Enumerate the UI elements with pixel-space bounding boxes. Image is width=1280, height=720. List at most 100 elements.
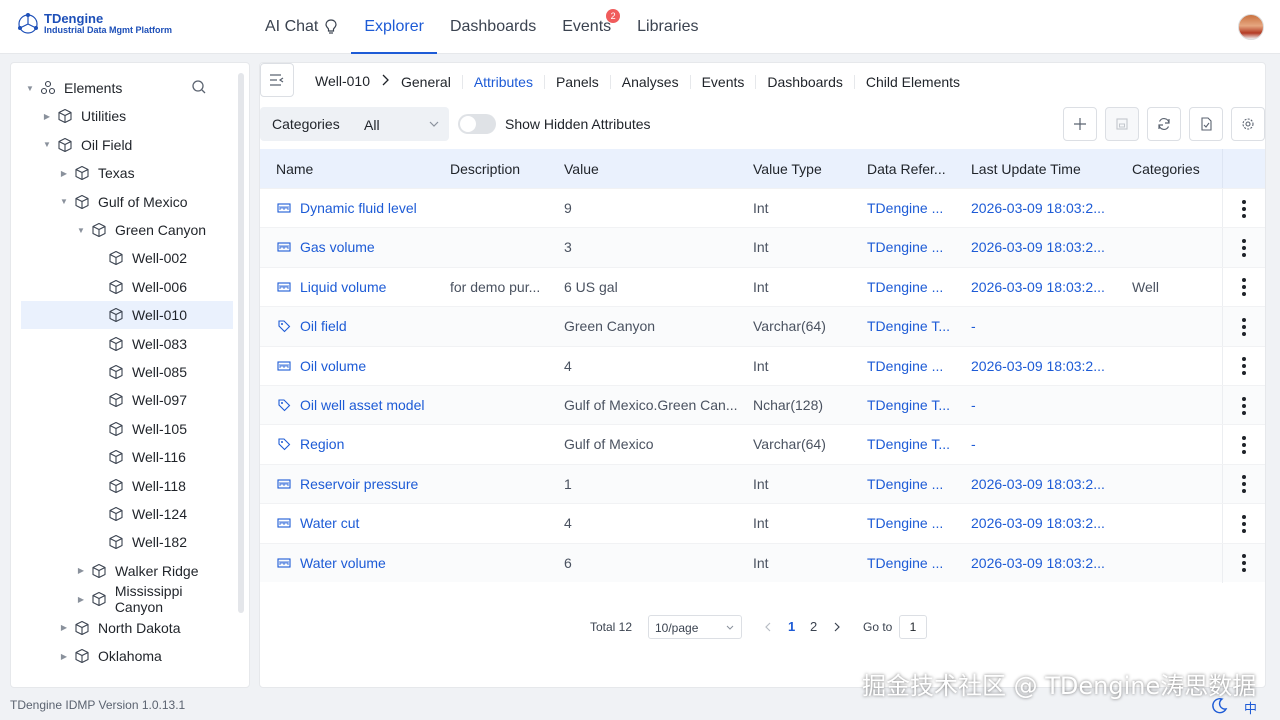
attribute-name-link[interactable]: Oil well asset model [300,397,425,413]
tree-item[interactable]: Well-097 [21,386,233,414]
prev-page-icon[interactable] [763,621,773,633]
nav-libraries[interactable]: Libraries [624,0,711,54]
app-logo[interactable]: TDengine Industrial Data Mgmt Platform [16,11,172,36]
row-more-button[interactable] [1222,307,1265,347]
tree-item[interactable]: Well-105 [21,415,233,443]
caret-right-icon[interactable]: ▶ [40,112,54,121]
row-more-button[interactable] [1222,189,1265,228]
tree-item[interactable]: ▼ Gulf of Mexico [21,188,233,216]
table-row[interactable]: Water volume 6 Int TDengine ... 2026-03-09 1… [260,542,1265,583]
add-attribute-button[interactable] [1063,107,1097,141]
attribute-name-link[interactable]: Liquid volume [300,279,386,295]
user-avatar[interactable] [1238,14,1264,40]
attribute-name-link[interactable]: Water cut [300,515,359,531]
caret-down-icon[interactable]: ▼ [23,84,37,93]
tree-item[interactable]: Well-083 [21,330,233,358]
tree-item[interactable]: ▶ Utilities [21,102,233,130]
nav-explorer[interactable]: Explorer [351,0,437,54]
column-header-categories[interactable]: Categories [1132,161,1200,177]
tab-analyses[interactable]: Analyses [609,74,690,89]
column-header-value[interactable]: Value [564,161,599,177]
tree-item[interactable]: ▶ Mississippi Canyon [21,583,233,615]
table-row[interactable]: Reservoir pressure 1 Int TDengine ... 2026-0… [260,463,1265,504]
cell-value: 4 [564,357,572,374]
row-more-button[interactable] [1222,228,1265,268]
nav-ai-chat[interactable]: AI Chat [252,0,351,54]
column-header-data-reference[interactable]: Data Refer... [867,161,946,177]
next-page-icon[interactable] [832,621,842,633]
export-button[interactable] [1189,107,1223,141]
tree-item[interactable]: Well-182 [21,528,233,556]
tree-item[interactable]: ▶ North Dakota [21,614,233,642]
table-row[interactable]: Oil well asset model Gulf of Mexico.Green… [260,385,1265,425]
row-more-button[interactable] [1222,346,1265,386]
caret-right-icon[interactable]: ▶ [74,595,88,604]
column-header-value-type[interactable]: Value Type [753,161,822,177]
nav-events[interactable]: Events 2 [549,0,624,54]
settings-button[interactable] [1231,107,1265,141]
tree-item[interactable]: ▶ Walker Ridge [21,557,233,585]
attribute-name-link[interactable]: Oil field [300,318,347,334]
caret-right-icon[interactable]: ▶ [57,169,71,178]
refresh-button[interactable] [1147,107,1181,141]
tree-item[interactable]: ▶ Texas [21,159,233,187]
tab-events[interactable]: Events [689,74,756,89]
column-header-last-update[interactable]: Last Update Time [971,161,1081,177]
tab-dashboards[interactable]: Dashboards [755,74,854,89]
tree-item[interactable]: ▶ Oklahoma [21,642,233,670]
row-more-button[interactable] [1222,543,1265,583]
row-more-button[interactable] [1222,504,1265,544]
tree-item[interactable]: Well-006 [21,273,233,301]
table-row[interactable]: Oil field Green Canyon Varchar(64) TDengine… [260,306,1265,347]
attribute-name-link[interactable]: Dynamic fluid level [300,200,417,216]
caret-right-icon[interactable]: ▶ [57,652,71,661]
tab-attributes[interactable]: Attributes [461,74,544,89]
caret-down-icon[interactable]: ▼ [40,140,54,149]
tree-scrollbar[interactable] [238,73,244,613]
tree-item[interactable]: Well-002 [21,244,233,272]
table-row[interactable]: Oil volume 4 Int TDengine ... 2026-03-09 18:… [260,345,1265,386]
table-row[interactable]: Liquid volume for demo pur... 6 US gal Int T… [260,266,1265,307]
attribute-name-link[interactable]: Region [300,436,344,452]
tree-item[interactable]: Well-124 [21,500,233,528]
caret-right-icon[interactable]: ▶ [57,623,71,632]
categories-select[interactable]: All [348,109,445,139]
table-row[interactable]: Dynamic fluid level 9 Int TDengine ... 2026-… [260,188,1265,228]
show-hidden-toggle[interactable] [458,114,496,134]
table-row[interactable]: Gas volume 3 Int TDengine ... 2026-03-09 18:… [260,227,1265,268]
caret-down-icon[interactable]: ▼ [74,226,88,235]
nav-dashboards[interactable]: Dashboards [437,0,549,54]
caret-down-icon[interactable]: ▼ [57,197,71,206]
attribute-name-link[interactable]: Water volume [300,555,386,571]
collapse-tree-button[interactable] [260,63,294,97]
tab-child-elements[interactable]: Child Elements [853,74,971,89]
tab-panels[interactable]: Panels [543,74,610,89]
tree-item-label: Well-085 [132,364,187,380]
element-cube-icon [91,591,107,607]
page-size-select[interactable]: 10/page [648,615,742,639]
row-more-button[interactable] [1222,425,1265,465]
tree-item[interactable]: ▼ Oil Field [21,131,233,159]
column-header-description[interactable]: Description [450,161,520,177]
tree-item[interactable]: Well-118 [21,472,233,500]
attribute-name-link[interactable]: Gas volume [300,239,375,255]
tree-item[interactable]: Well-010 [21,301,233,330]
attribute-name-link[interactable]: Reservoir pressure [300,476,418,492]
save-button[interactable] [1105,107,1139,141]
row-more-button[interactable] [1222,464,1265,504]
table-row[interactable]: Water cut 4 Int TDengine ... 2026-03-09 18:0… [260,503,1265,544]
tree-item[interactable]: Well-116 [21,443,233,471]
caret-right-icon[interactable]: ▶ [74,566,88,575]
column-header-name[interactable]: Name [276,161,313,177]
tab-general[interactable]: General [390,75,462,89]
tree-root-elements[interactable]: ▼ Elements [21,74,233,102]
tree-item[interactable]: Well-085 [21,358,233,386]
attribute-name-link[interactable]: Oil volume [300,358,366,374]
page-2-button[interactable]: 2 [810,619,817,634]
table-row[interactable]: Region Gulf of Mexico Varchar(64) TDengine … [260,424,1265,465]
tree-item[interactable]: ▼ Green Canyon [21,216,233,244]
goto-page-input[interactable] [899,615,927,639]
row-more-button[interactable] [1222,267,1265,307]
row-more-button[interactable] [1222,386,1265,425]
page-1-button[interactable]: 1 [788,619,795,634]
